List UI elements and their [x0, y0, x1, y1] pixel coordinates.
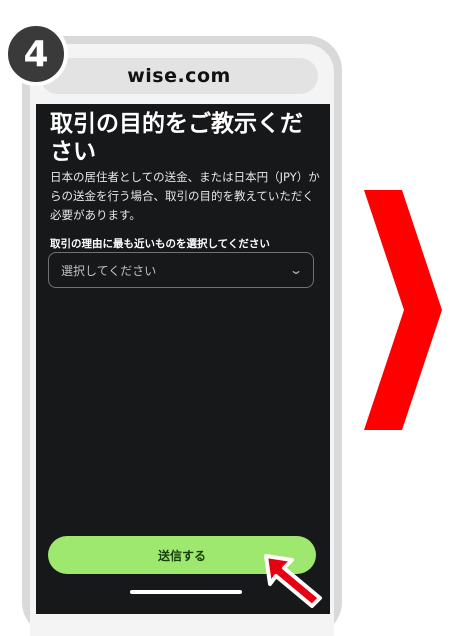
url-text: wise.com [127, 65, 231, 87]
page-description: 日本の居住者としての送金、または日本円（JPY）からの送金を行う場合、取引の目的… [50, 170, 320, 222]
url-bar[interactable]: wise.com [40, 58, 318, 94]
chevron-down-icon: ⌄ [288, 263, 304, 277]
step-badge: 4 [4, 22, 68, 86]
purpose-select[interactable]: 選択してください ⌄ [48, 252, 314, 288]
home-indicator [130, 590, 242, 594]
page-title: 取引の目的をご教示ください [50, 111, 303, 165]
app-screen: 取引の目的をご教示ください 日本の居住者としての送金、または日本円（JPY）から… [36, 104, 330, 614]
chevron-right-icon [364, 190, 442, 430]
select-label: 取引の理由に最も近いものを選択してください [50, 238, 270, 250]
pointer-arrow-icon [264, 554, 322, 608]
select-placeholder: 選択してください [61, 263, 157, 278]
